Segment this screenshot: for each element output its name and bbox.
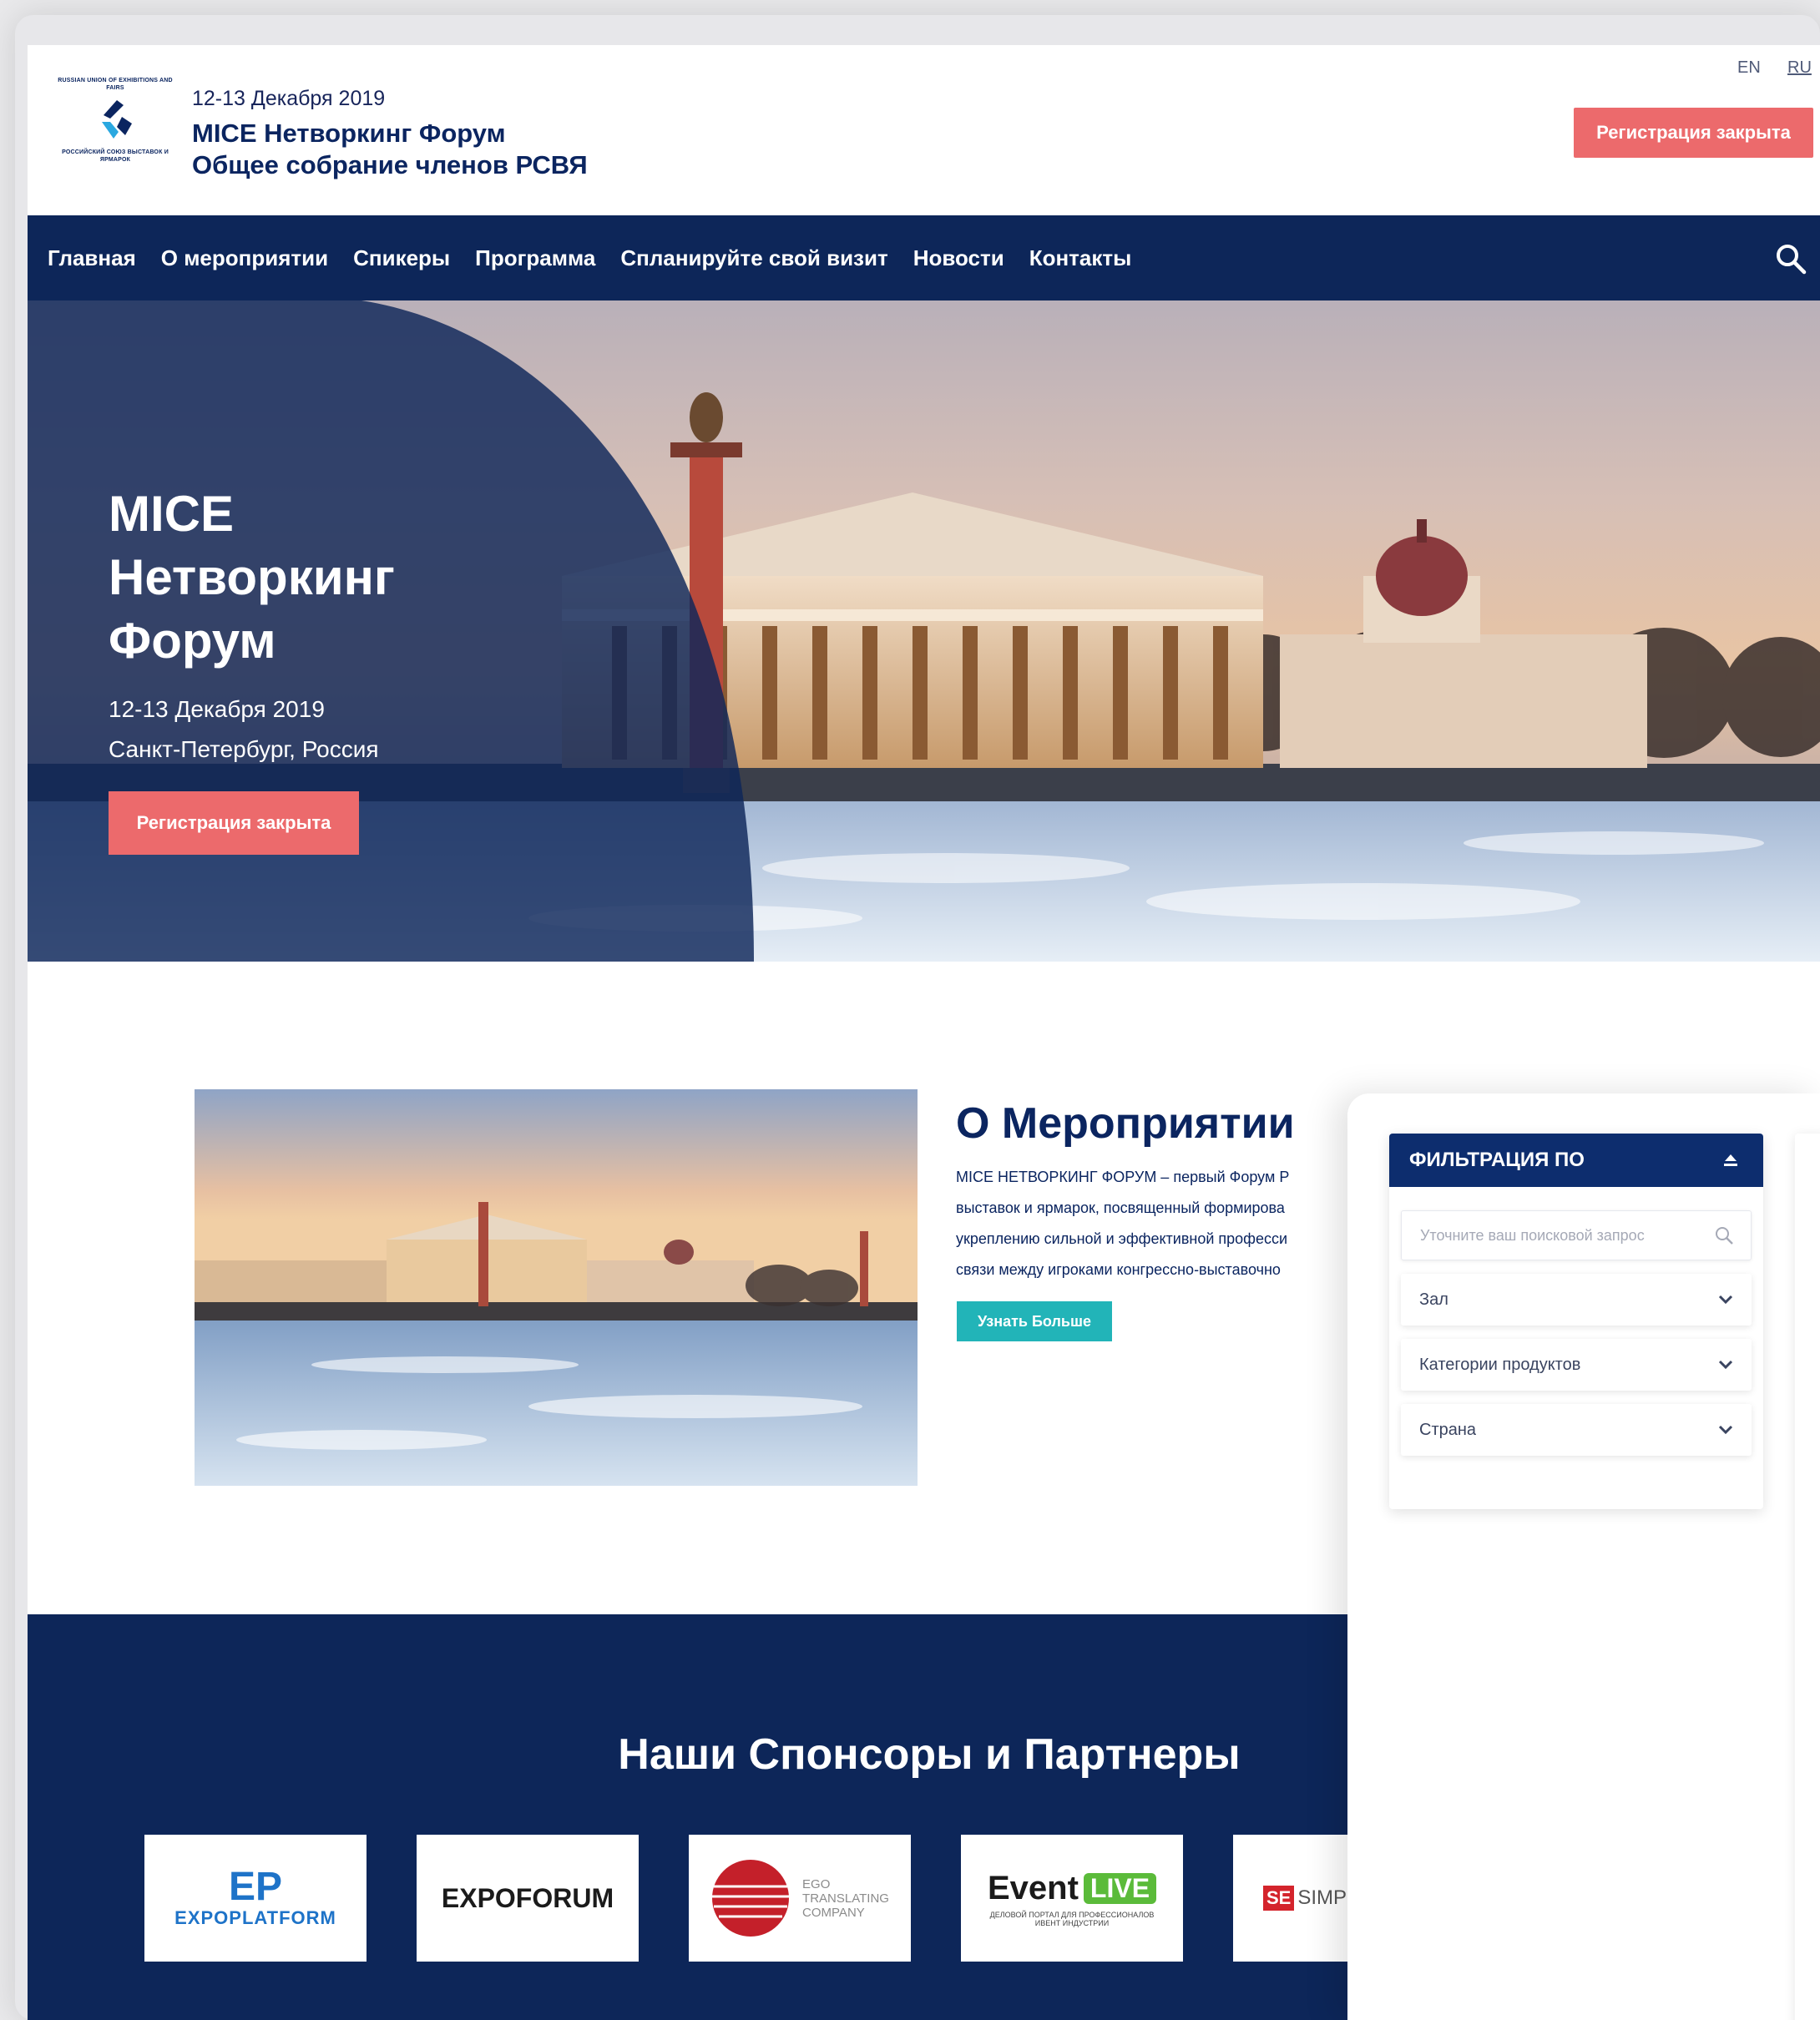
header-event-info: 12-13 Декабря 2019 MICE Нетворкинг Форум…	[192, 87, 588, 181]
about-cityscape-image	[195, 1089, 918, 1486]
simp-text: SIMP	[1297, 1886, 1347, 1909]
filter-dropdown-label: Страна	[1419, 1420, 1477, 1439]
filter-header: ФИЛЬТРАЦИЯ ПО	[1389, 1134, 1763, 1187]
search-icon[interactable]	[1714, 1225, 1734, 1245]
header-title-line2: Общее собрание членов РСВЯ	[192, 150, 588, 179]
filter-panel: ФИЛЬТРАЦИЯ ПО Зал Категории продуктов	[1347, 1093, 1820, 2020]
search-icon[interactable]	[1775, 243, 1807, 275]
sponsors-title-text: Наши Спонсоры и Партнеры	[618, 1730, 1241, 1779]
chevron-down-icon	[1718, 1295, 1733, 1305]
about-text-line: выставок и ярмарок, посвященный формиров…	[956, 1199, 1285, 1216]
chevron-down-icon	[1718, 1360, 1733, 1370]
filter-search-input[interactable]	[1420, 1226, 1704, 1245]
nav-items: Главная О мероприятии Спикеры Программа …	[48, 215, 1131, 300]
ego-line: COMPANY	[802, 1905, 865, 1920]
hero-location: Санкт-Петербург, Россия	[109, 736, 379, 762]
chevron-down-icon	[1718, 1425, 1733, 1435]
nav-item-program[interactable]: Программа	[475, 245, 595, 271]
expoplatform-mark: EP	[228, 1865, 283, 1909]
nav-item-news[interactable]: Новости	[913, 245, 1004, 271]
sponsor-logo-ego[interactable]: EGO TRANSLATING COMPANY	[689, 1835, 911, 1962]
lang-ru-link[interactable]: RU	[1787, 58, 1812, 78]
about-description: MICE НЕТВОРКИНГ ФОРУМ – первый Форум Р в…	[956, 1162, 1390, 1285]
ego-line: EGO	[802, 1876, 831, 1891]
collapse-icon[interactable]	[1721, 1151, 1740, 1169]
sponsor-logos: EP EXPOPLATFORM EXPOFORUM EGO TRANSLATIN…	[144, 1835, 1455, 1962]
learn-more-button[interactable]: Узнать Больше	[957, 1301, 1112, 1341]
filter-dropdown-product-categories[interactable]: Категории продуктов	[1401, 1339, 1752, 1391]
filter-card: ФИЛЬТРАЦИЯ ПО Зал Категории продуктов	[1389, 1134, 1763, 1509]
header-date: 12-13 Декабря 2019	[192, 87, 386, 110]
header: RUSSIAN UNION OF EXHIBITIONS AND FAIRS Р…	[28, 45, 1820, 215]
simp-mark: SE	[1263, 1886, 1295, 1911]
about-title: О Мероприятии	[956, 1099, 1295, 1148]
nav-item-about[interactable]: О мероприятии	[161, 245, 328, 271]
about-text-line: укреплению сильной и эффективной професс…	[956, 1230, 1288, 1247]
nav-item-speakers[interactable]: Спикеры	[353, 245, 450, 271]
about-text-line: связи между игроками конгрессно-выставоч…	[956, 1261, 1281, 1278]
lang-en-link[interactable]: EN	[1737, 58, 1761, 78]
main-navbar: Главная О мероприятии Спикеры Программа …	[28, 215, 1820, 300]
about-section: О Мероприятии MICE НЕТВОРКИНГ ФОРУМ – пе…	[956, 1098, 1390, 1285]
about-text-line: MICE НЕТВОРКИНГ ФОРУМ – первый Форум Р	[956, 1169, 1290, 1185]
expoforum-name: EXPOFORUM	[441, 1882, 614, 1913]
eventlive-word2: LIVE	[1083, 1872, 1157, 1904]
hero-title: MICE Нетворкинг Форум	[109, 486, 395, 669]
logo-caption-ru: РОССИЙСКИЙ СОЮЗ ВЫСТАВОК И ЯРМАРОК	[62, 149, 169, 163]
nav-item-home[interactable]: Главная	[48, 245, 136, 271]
logo-mark-icon	[102, 100, 132, 139]
filter-title: ФИЛЬТРАЦИЯ ПО	[1409, 1149, 1585, 1171]
logo-caption-en: RUSSIAN UNION OF EXHIBITIONS AND FAIRS	[58, 78, 173, 91]
filter-dropdown-label: Категории продуктов	[1419, 1355, 1581, 1374]
nav-item-plan-visit[interactable]: Спланируйте свой визит	[620, 245, 887, 271]
nav-item-contacts[interactable]: Контакты	[1029, 245, 1132, 271]
hero-register-button[interactable]: Регистрация закрыта	[109, 791, 359, 855]
header-title-line1: MICE Нетворкинг Форум	[192, 119, 506, 148]
eventlive-tagline: ДЕЛОВОЙ ПОРТАЛ ДЛЯ ПРОФЕССИОНАЛОВ ИВЕНТ …	[989, 1910, 1155, 1927]
filter-dropdown-country[interactable]: Страна	[1401, 1404, 1752, 1456]
sponsor-logo-eventlive[interactable]: Event LIVE ДЕЛОВОЙ ПОРТАЛ ДЛЯ ПРОФЕССИОН…	[961, 1835, 1183, 1962]
expoplatform-name: EXPOPLATFORM	[174, 1907, 336, 1928]
ego-line: TRANSLATING	[802, 1891, 889, 1906]
hero-date: 12-13 Декабря 2019	[109, 696, 325, 722]
filter-dropdown-hall[interactable]: Зал	[1401, 1274, 1752, 1326]
hero-content: MICE Нетворкинг Форум 12-13 Декабря 2019…	[109, 482, 459, 855]
filter-search-box	[1401, 1210, 1752, 1260]
hero-banner: MICE Нетворкинг Форум 12-13 Декабря 2019…	[28, 300, 1820, 962]
sponsor-logo-expoplatform[interactable]: EP EXPOPLATFORM	[144, 1835, 367, 1962]
ego-text: EGO TRANSLATING COMPANY	[802, 1877, 889, 1920]
sponsor-logo-expoforum[interactable]: EXPOFORUM	[417, 1835, 639, 1962]
rsvya-logo[interactable]: RUSSIAN UNION OF EXHIBITIONS AND FAIRS Р…	[53, 77, 178, 185]
header-register-button[interactable]: Регистрация закрыта	[1574, 108, 1813, 158]
results-panel-edge	[1795, 1134, 1820, 2020]
eventlive-wordmark: Event LIVE	[987, 1869, 1157, 1907]
filter-dropdown-label: Зал	[1419, 1290, 1448, 1309]
about-image	[195, 1089, 918, 1486]
eventlive-word1: Event	[987, 1869, 1079, 1906]
ego-globe-icon	[712, 1860, 790, 1937]
